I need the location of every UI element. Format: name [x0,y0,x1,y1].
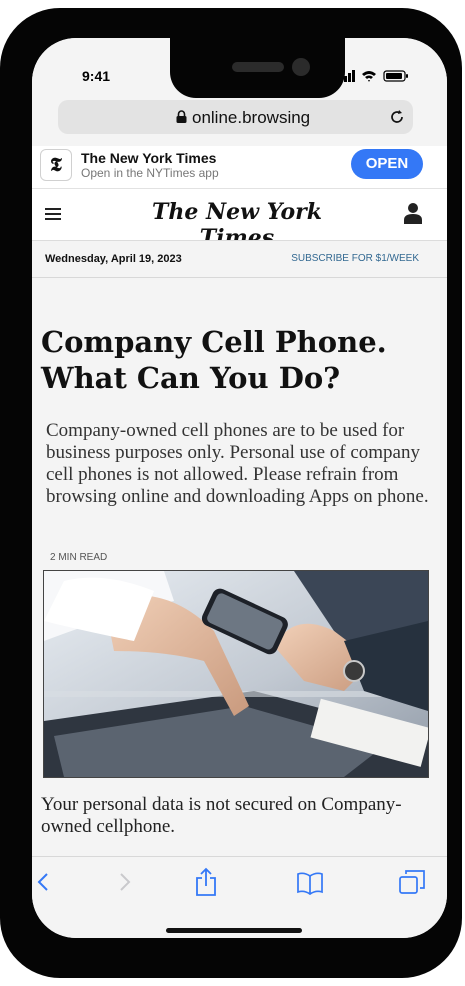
notch [170,38,345,98]
app-banner-subtitle: Open in the NYTimes app [81,166,219,180]
article-content: Company Cell Phone. What Can You Do? Com… [32,278,447,856]
site-header: The New York Times [32,188,447,251]
date-text: Wednesday, April 19, 2023 [45,253,182,265]
share-icon[interactable] [194,867,218,897]
tabs-icon[interactable] [398,869,426,895]
hamburger-menu-icon[interactable] [45,208,61,220]
phone-screen: 9:41 online.browsing 𝕿 The New York Time… [32,38,447,938]
subscribe-link[interactable]: SUBSCRIBE FOR $1/WEEK [291,253,419,264]
front-camera [292,58,310,76]
back-icon[interactable] [36,871,50,893]
phone-frame: 9:41 online.browsing 𝕿 The New York Time… [0,8,462,978]
nyt-app-icon: 𝕿 [40,149,72,181]
article-headline: Company Cell Phone. What Can You Do? [41,325,387,395]
status-time: 9:41 [82,68,111,84]
article-summary: Company-owned cell phones are to be used… [46,420,429,507]
home-indicator [166,928,302,933]
forward-icon[interactable] [118,871,132,893]
read-time: 2 MIN READ [50,552,108,563]
article-photo [43,570,429,778]
url-text: online.browsing [192,108,311,127]
dateline-bar: Wednesday, April 19, 2023 SUBSCRIBE FOR … [32,240,447,279]
status-icons [340,70,408,82]
bookmarks-icon[interactable] [296,871,324,895]
app-banner-title: The New York Times [81,150,217,166]
photo-hands-phone-laptop [44,571,428,777]
open-app-button[interactable]: OPEN [351,149,423,179]
article-body: Your personal data is not secured on Com… [41,794,402,837]
lock-icon [176,110,187,123]
url-bar[interactable]: online.browsing [58,100,413,134]
speaker-grille [232,62,284,72]
wifi-icon [362,71,376,82]
browser-toolbar [32,856,447,938]
reload-icon[interactable] [388,108,406,126]
account-icon[interactable] [403,202,423,224]
app-banner: 𝕿 The New York Times Open in the NYTimes… [32,146,447,188]
